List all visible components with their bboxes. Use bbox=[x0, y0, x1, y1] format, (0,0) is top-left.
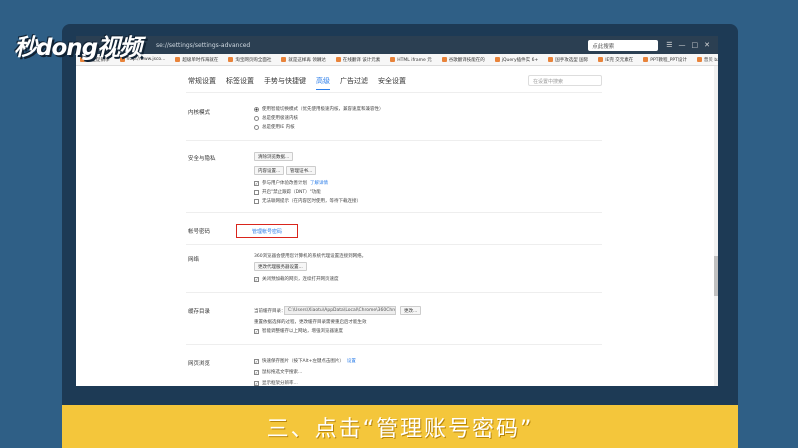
scrollbar-thumb[interactable] bbox=[714, 256, 718, 296]
manage-passwords-button[interactable]: 管理帐号密码 bbox=[236, 224, 298, 238]
maximize-icon[interactable]: □ bbox=[692, 41, 699, 49]
checkbox-icon[interactable] bbox=[254, 189, 259, 195]
site-logo: 秒dong视频 bbox=[14, 35, 142, 61]
bookmark-icon bbox=[643, 57, 649, 62]
close-icon[interactable]: ✕ bbox=[704, 41, 710, 49]
caption-text: 三、点击“管理账号密码” bbox=[266, 416, 534, 442]
bookmark-item[interactable]: 在线翻译 该计元素 bbox=[335, 57, 380, 63]
bookmark-item[interactable]: 谷歌翻译技能在的 bbox=[441, 57, 485, 63]
content-settings-button[interactable]: 内容设置... bbox=[254, 166, 285, 175]
bookmark-item[interactable]: IE完 交元素在 bbox=[598, 57, 633, 63]
drag-search-option[interactable]: ✓ 鼠标拖选文字搜索... bbox=[254, 369, 302, 375]
proxy-settings-button[interactable]: 更改代理服务器设置... bbox=[254, 262, 307, 271]
section-title-cache: 缓存目录 bbox=[188, 309, 211, 315]
divider bbox=[186, 244, 602, 245]
radio-icon[interactable] bbox=[254, 106, 259, 112]
section-title-web: 网页浏览 bbox=[188, 361, 211, 367]
checkbox-icon[interactable]: ✓ bbox=[254, 380, 259, 386]
bookmark-icon bbox=[175, 57, 181, 62]
divider bbox=[186, 212, 602, 213]
bookmark-item[interactable]: PPT教程_PPT设计 bbox=[643, 57, 687, 63]
tab-4[interactable]: 广告过滤 bbox=[340, 76, 368, 90]
menu-icon[interactable]: ☰ bbox=[666, 41, 672, 49]
kernel-option-smart[interactable]: 使用智能切换模式（优先使用极速内核，兼容速度和兼容性） bbox=[254, 106, 384, 112]
tab-0[interactable]: 常规设置 bbox=[188, 76, 216, 90]
bookmark-icon bbox=[548, 57, 554, 62]
section-title-kernel: 内核模式 bbox=[188, 110, 211, 116]
quick-save-option[interactable]: ✓ 快速保存图片（按下Alt+左键点击图片） 设置 bbox=[254, 358, 356, 364]
checkbox-icon[interactable]: ✓ bbox=[254, 358, 259, 364]
checkbox-icon[interactable]: ✓ bbox=[254, 328, 259, 334]
page-scrollbar[interactable] bbox=[714, 66, 718, 386]
checkbox-icon[interactable] bbox=[254, 198, 259, 204]
address-bar[interactable]: se://settings/settings-advanced bbox=[156, 42, 250, 49]
offline-hint-option[interactable]: 无法联网提示（在内容区时使用，等待下载连接） bbox=[254, 198, 361, 204]
bookmark-item[interactable]: 国手攻选型 国际 bbox=[548, 57, 588, 63]
learn-more-link[interactable]: 了解详情 bbox=[310, 180, 328, 186]
dnt-option[interactable]: 开启"禁止跟踪（DNT）"功能 bbox=[254, 189, 321, 195]
cache-note: 重置依据选择的过程，更改缓存目录需要重启后才能生效 bbox=[254, 320, 367, 325]
bookmark-icon bbox=[281, 57, 287, 62]
clear-data-button[interactable]: 清除浏览数据... bbox=[254, 152, 294, 161]
bookmarks-bar: 淘宝促销季 http://www.jsco... 超级单时作海就在 淘宝网页购全面社就… bbox=[76, 54, 718, 66]
divider bbox=[186, 92, 602, 93]
checkbox-icon[interactable]: ✓ bbox=[254, 276, 259, 282]
bookmark-icon bbox=[390, 57, 396, 62]
bookmark-icon bbox=[335, 57, 341, 62]
bookmark-item[interactable]: jQuery插件实 6+ bbox=[494, 57, 538, 63]
radio-icon[interactable] bbox=[254, 124, 259, 130]
tab-3[interactable]: 高级 bbox=[316, 76, 330, 90]
smart-cache-option[interactable]: ✓ 智能调整缓存以上网站，增强浏览器速度 bbox=[254, 328, 343, 334]
browser-search-input[interactable]: 点此搜索 bbox=[588, 39, 659, 51]
tab-5[interactable]: 安全设置 bbox=[378, 76, 406, 90]
settings-tabs: 常规设置 标签设置 手势与快捷键 高级 广告过滤 安全设置 bbox=[188, 76, 406, 90]
change-cache-button[interactable]: 更改... bbox=[400, 306, 422, 315]
checkbox-icon[interactable]: ✓ bbox=[254, 180, 259, 186]
minimize-icon[interactable]: — bbox=[679, 41, 686, 49]
tab-2[interactable]: 手势与快捷键 bbox=[264, 76, 306, 90]
bookmark-icon bbox=[441, 57, 447, 62]
bookmark-item[interactable]: 就是这样再 领酬达 bbox=[281, 57, 326, 63]
browser-toolbar: se://settings/settings-advanced 点此搜索 ☰ —… bbox=[76, 36, 718, 54]
network-description: 360浏览器会使用您计算机的系统代理设置连接到网络。 bbox=[254, 254, 367, 259]
bookmark-item[interactable]: 淘宝网页购全面社 bbox=[228, 57, 271, 63]
bookmark-item[interactable]: HTML iframe 元 bbox=[390, 57, 432, 63]
caption-bar: 三、点击“管理账号密码” bbox=[62, 405, 738, 448]
tab-1[interactable]: 标签设置 bbox=[226, 76, 254, 90]
bookmark-icon bbox=[494, 57, 500, 62]
divider bbox=[186, 344, 602, 345]
section-title-security: 安全与隐私 bbox=[188, 156, 216, 162]
kernel-option-ie[interactable]: 总是使用IE 内核 bbox=[254, 124, 295, 130]
manage-certs-button[interactable]: 管理证书... bbox=[286, 166, 317, 175]
checkbox-icon[interactable]: ✓ bbox=[254, 369, 259, 375]
screen-bottom bbox=[76, 386, 718, 405]
bookmark-icon bbox=[598, 57, 604, 62]
settings-search-input[interactable]: 在设置中搜索 bbox=[528, 75, 602, 86]
section-title-account: 帐号密码 bbox=[188, 229, 211, 235]
divider bbox=[186, 292, 602, 293]
cache-path-field[interactable]: C:\Users\Xiaotu\AppData\Local\Chrome\360… bbox=[284, 306, 396, 315]
toolbar-icons: ☰ — □ ✕ bbox=[666, 41, 710, 49]
ux-plan-option[interactable]: ✓ 参与用户体验改善计划 了解详情 bbox=[254, 180, 328, 186]
radio-icon[interactable] bbox=[254, 115, 259, 121]
settings-page: 常规设置 标签设置 手势与快捷键 高级 广告过滤 安全设置 在设置中搜索 内核模式 使用智… bbox=[76, 66, 718, 386]
divider bbox=[186, 140, 602, 141]
bookmark-item[interactable]: 普贝 baby弃教技 bbox=[696, 57, 718, 63]
kernel-option-speed[interactable]: 总是使用极速内核 bbox=[254, 115, 298, 121]
cache-label: 当前缓存目录： bbox=[254, 309, 286, 314]
preload-option[interactable]: ✓ 关闭预加载的网页，连续打开网页速度 bbox=[254, 276, 339, 282]
bookmark-item[interactable]: 超级单时作海就在 bbox=[175, 57, 218, 63]
section-title-network: 网络 bbox=[188, 257, 200, 263]
bookmark-icon bbox=[696, 57, 702, 62]
settings-link[interactable]: 设置 bbox=[347, 358, 356, 364]
bookmark-icon bbox=[228, 57, 234, 62]
